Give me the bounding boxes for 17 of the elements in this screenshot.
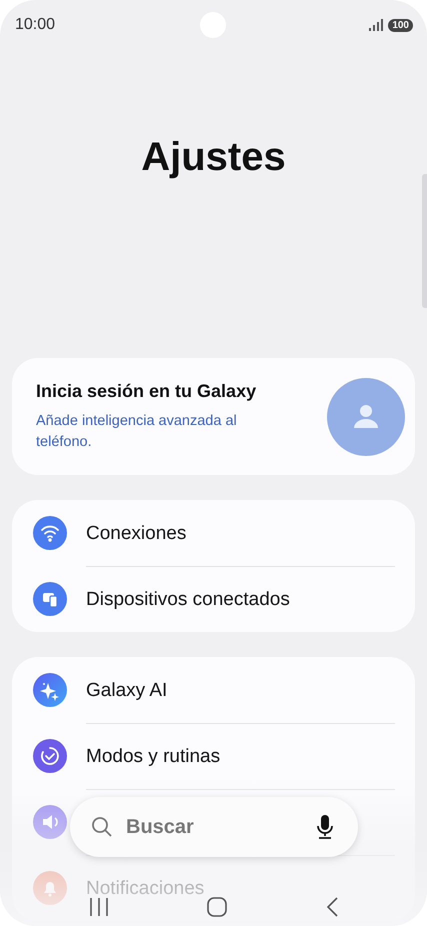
row-label: Galaxy AI [86,680,168,700]
row-label: Dispositivos conectados [86,590,290,608]
row-label: Conexiones [86,524,186,542]
row-label: Notificaciones [86,878,204,898]
account-title: Inicia sesión en tu Galaxy [36,380,258,402]
account-subtitle: Añade inteligencia avanzada al teléfono. [36,412,238,452]
settings-row[interactable]: Galaxy AI [12,657,415,723]
settings-row[interactable]: Conexiones [12,500,415,566]
row-label: Modos y rutinas [86,746,220,766]
settings-row[interactable]: Modos y rutinas [12,723,415,789]
battery-level: 100 [388,18,413,32]
account-card[interactable]: Inicia sesión en tu Galaxy Añade inteligencia avanzada al teléfono. [12,358,415,475]
search-field[interactable]: Buscar [70,797,358,857]
search-input[interactable]: Buscar [124,814,306,840]
status-time: 10:00 [15,16,56,34]
settings-row[interactable]: Dispositivos conectados [12,566,415,632]
page-title: Ajustes [140,134,287,181]
